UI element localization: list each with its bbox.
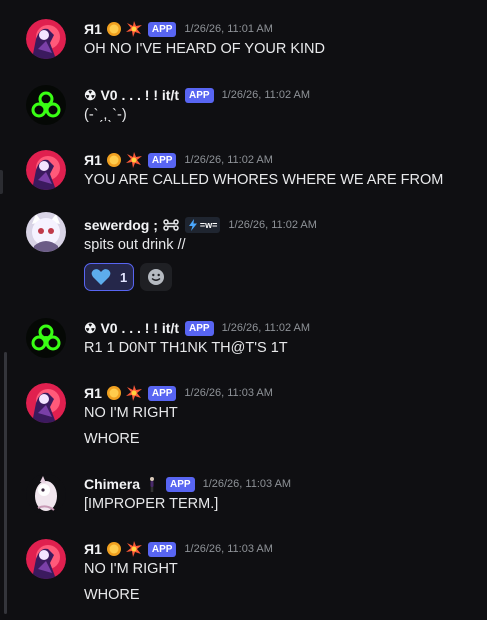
message-header: Я1 APP 1/26/26, 11:01 AM: [84, 19, 273, 39]
coin-emoji-icon: [106, 542, 121, 556]
username[interactable]: Я1: [84, 21, 102, 37]
avatar[interactable]: [26, 19, 66, 59]
message-header: sewerdog ; =w= 1/26/26, 11:02 AM: [84, 215, 317, 235]
server-tag: =w=: [184, 217, 221, 233]
scrollbar-track[interactable]: [0, 0, 10, 620]
message-text: [IMPROPER TERM.]: [84, 496, 219, 512]
red-moon-character-avatar-icon: [26, 150, 66, 190]
message-text: OH NO I'VE HEARD OF YOUR KIND: [84, 41, 325, 57]
message-header: ☢ V0 . . . ! ! it/t APP 1/26/26, 11:02 A…: [84, 318, 310, 338]
timestamp[interactable]: 1/26/26, 11:02 AM: [184, 154, 272, 166]
app-tag: APP: [147, 21, 177, 37]
username[interactable]: Я1: [84, 152, 102, 168]
username[interactable]: Chimera: [84, 476, 140, 492]
lightning-icon: [188, 219, 197, 231]
app-tag: APP: [166, 476, 195, 492]
white-cat-character-avatar-icon: [26, 212, 66, 252]
message-header: Я1 APP 1/26/26, 11:02 AM: [84, 150, 273, 170]
app-tag: APP: [147, 385, 177, 401]
username[interactable]: ☢ V0 . . . ! ! it/t: [84, 320, 179, 337]
blue-heart-icon: [91, 269, 111, 285]
collision-emoji-icon: [125, 541, 142, 557]
message-header: Я1 APP 1/26/26, 11:03 AM: [84, 383, 273, 403]
red-moon-character-avatar-icon: [26, 539, 66, 579]
unread-marker: [0, 170, 3, 194]
message-header: ☢ V0 . . . ! ! it/t APP 1/26/26, 11:02 A…: [84, 85, 310, 105]
message-text: spits out drink //: [84, 237, 186, 253]
chimera-character-avatar-icon: [26, 474, 66, 514]
timestamp[interactable]: 1/26/26, 11:02 AM: [222, 89, 310, 101]
reaction-blue-heart[interactable]: 1: [84, 263, 134, 291]
timestamp[interactable]: 1/26/26, 11:03 AM: [184, 387, 272, 399]
message-header: Я1 APP 1/26/26, 11:03 AM: [84, 539, 273, 559]
add-reaction-button[interactable]: [140, 263, 172, 291]
server-tag-label: =w=: [199, 220, 218, 230]
collision-emoji-icon: [125, 21, 142, 37]
collision-emoji-icon: [125, 152, 142, 168]
app-tag: APP: [185, 320, 214, 336]
smiley-icon: [148, 269, 164, 285]
scrollbar-thumb[interactable]: [4, 352, 7, 614]
username[interactable]: sewerdog ;: [84, 217, 158, 233]
coin-emoji-icon: [106, 386, 121, 400]
message-text: NO I'M RIGHT: [84, 561, 178, 577]
reaction-count: 1: [120, 269, 128, 285]
collision-emoji-icon: [125, 385, 142, 401]
bone-icon: [163, 219, 179, 231]
timestamp[interactable]: 1/26/26, 11:03 AM: [203, 478, 291, 490]
coin-emoji-icon: [106, 153, 121, 167]
timestamp[interactable]: 1/26/26, 11:02 AM: [222, 322, 310, 334]
message-text: YOU ARE CALLED WHORES WHERE WE ARE FROM: [84, 172, 444, 188]
username[interactable]: ☢ V0 . . . ! ! it/t: [84, 87, 179, 104]
timestamp[interactable]: 1/26/26, 11:02 AM: [228, 219, 316, 231]
biohazard-avatar-icon: [26, 85, 66, 125]
red-moon-character-avatar-icon: [26, 19, 66, 59]
figure-emoji-icon: [150, 477, 155, 492]
avatar[interactable]: [26, 150, 66, 190]
username[interactable]: Я1: [84, 541, 102, 557]
avatar[interactable]: [26, 318, 66, 358]
message-text: WHORE: [84, 587, 140, 603]
message-text: R1 1 D0NT TH1NK TH@T'S 1T: [84, 340, 288, 356]
app-tag: APP: [147, 541, 177, 557]
red-moon-character-avatar-icon: [26, 383, 66, 423]
app-tag: APP: [147, 152, 177, 168]
biohazard-avatar-icon: [26, 318, 66, 358]
avatar[interactable]: [26, 85, 66, 125]
message-text: NO I'M RIGHT: [84, 405, 178, 421]
message-text: (-`ˏ,ˎ`-): [84, 107, 127, 123]
message-header: Chimera APP 1/26/26, 11:03 AM: [84, 474, 291, 494]
app-tag: APP: [185, 87, 214, 103]
avatar[interactable]: [26, 212, 66, 252]
username[interactable]: Я1: [84, 385, 102, 401]
coin-emoji-icon: [106, 22, 121, 36]
message-text: WHORE: [84, 431, 140, 447]
avatar[interactable]: [26, 474, 66, 514]
chat-message-list[interactable]: Я1 APP 1/26/26, 11:01 AM OH NO I'VE HEAR…: [0, 0, 487, 620]
avatar[interactable]: [26, 539, 66, 579]
timestamp[interactable]: 1/26/26, 11:03 AM: [184, 543, 272, 555]
timestamp[interactable]: 1/26/26, 11:01 AM: [184, 23, 272, 35]
avatar[interactable]: [26, 383, 66, 423]
